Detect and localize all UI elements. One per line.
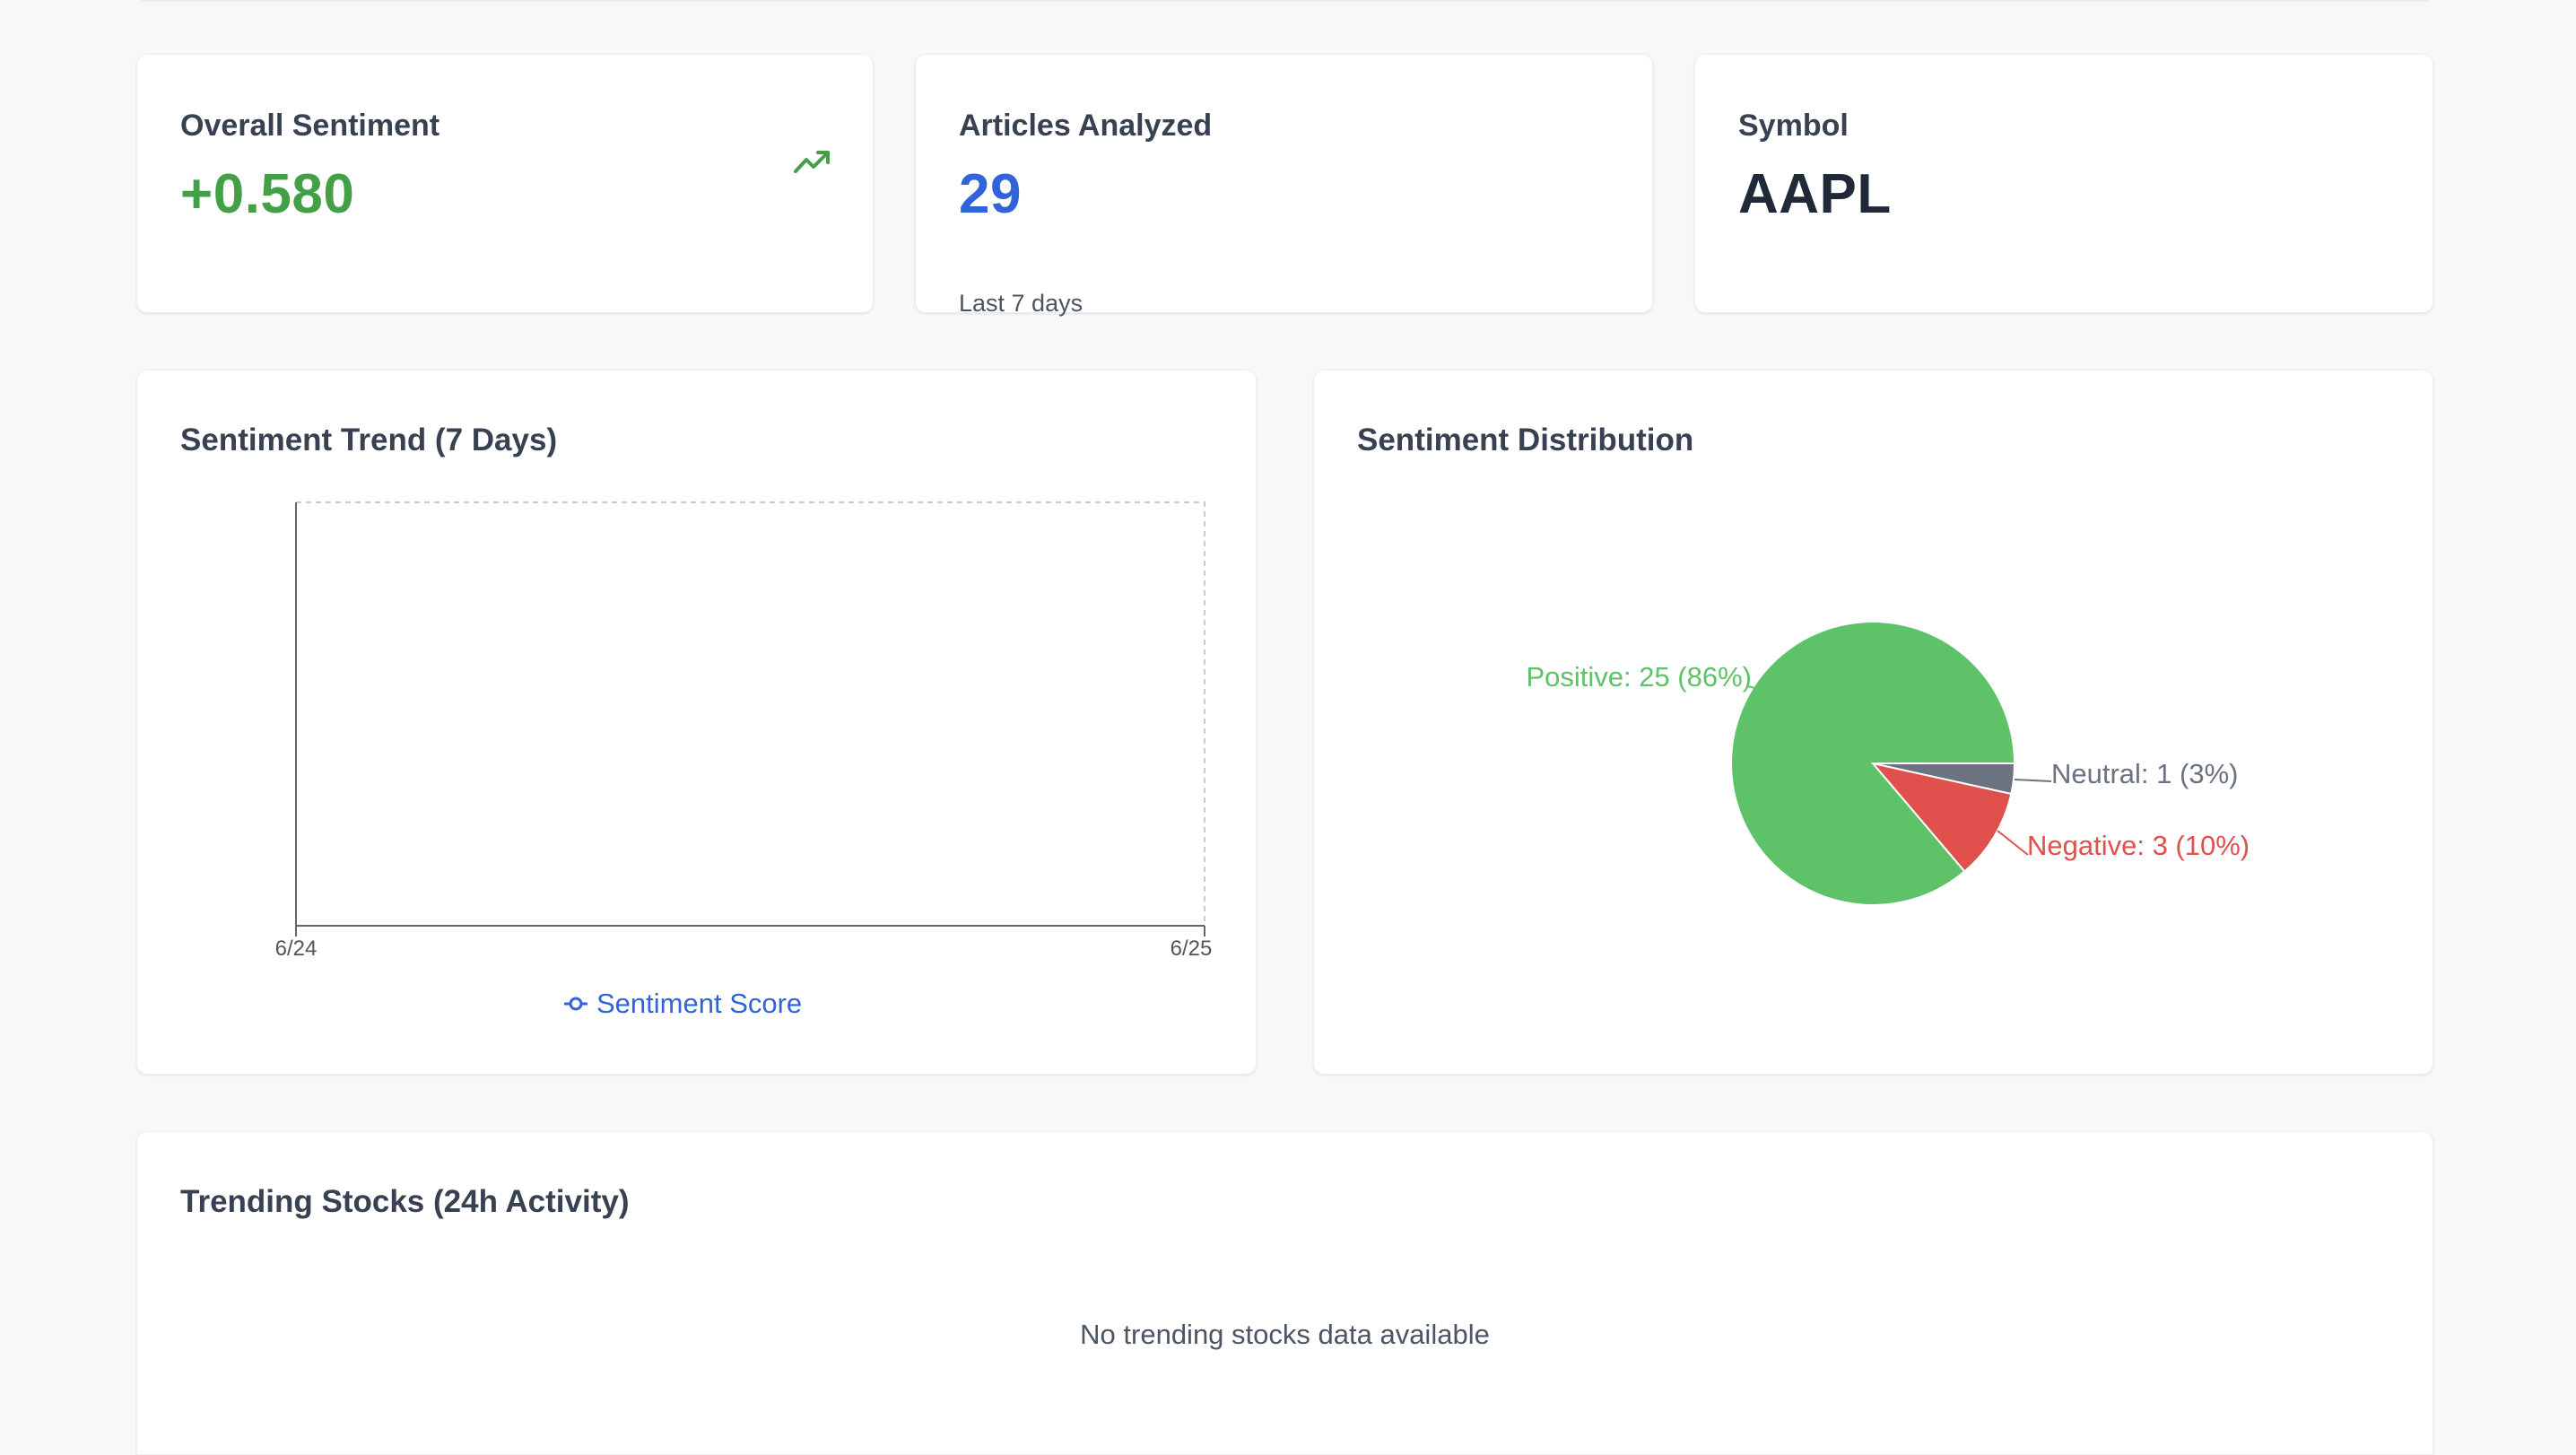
legend-dot-icon — [569, 997, 583, 1011]
symbol-value: AAPL — [1738, 163, 1892, 225]
pie-label-positive: Positive: 25 (86%) — [1526, 661, 1752, 693]
pie-label-leader — [1997, 830, 2029, 856]
overall-sentiment-card: Overall Sentiment +0.580 — [136, 54, 874, 313]
legend-label: Sentiment Score — [596, 988, 802, 1019]
pie-label-negative: Negative: 3 (10%) — [2027, 830, 2250, 861]
trending-stocks-title: Trending Stocks (24h Activity) — [180, 1184, 630, 1219]
sentiment-pie-chart: Positive: 25 (86%) Neutral: 1 (3%) Negativ… — [1526, 621, 2250, 906]
symbol-card: Symbol AAPL — [1694, 54, 2433, 313]
articles-analyzed-label: Articles Analyzed — [959, 109, 1213, 143]
trending-stocks-card: Trending Stocks (24h Activity) No trendi… — [136, 1131, 2433, 1455]
x-tick-label: 6/25 — [1171, 937, 1213, 961]
pie-label-leader — [2014, 779, 2052, 782]
sentiment-trend-chart: 6/24 6/25 Sentiment Score — [275, 501, 1213, 1019]
legend-item-sentiment-score[interactable]: Sentiment Score — [564, 988, 802, 1019]
trending-empty-message: No trending stocks data available — [1080, 1319, 1490, 1350]
plot-area-border — [295, 501, 1205, 927]
x-tick-label: 6/24 — [275, 937, 318, 961]
pie-label-neutral: Neutral: 1 (3%) — [2051, 758, 2238, 789]
symbol-label: Symbol — [1738, 109, 1849, 143]
overall-sentiment-value: +0.580 — [180, 163, 355, 225]
overall-sentiment-label: Overall Sentiment — [180, 109, 440, 143]
articles-analyzed-value: 29 — [959, 163, 1022, 225]
articles-period: Last 7 days — [959, 290, 1083, 317]
header-divider — [142, 0, 2429, 2]
trending-up-icon — [794, 151, 830, 173]
sentiment-trend-card: Sentiment Trend (7 Days) 6/24 6/25 Senti… — [136, 370, 1257, 1075]
articles-analyzed-card: Articles Analyzed 29 Last 7 days — [915, 54, 1653, 317]
sentiment-distribution-card: Sentiment Distribution Positive: 25 (86%… — [1313, 370, 2433, 1075]
